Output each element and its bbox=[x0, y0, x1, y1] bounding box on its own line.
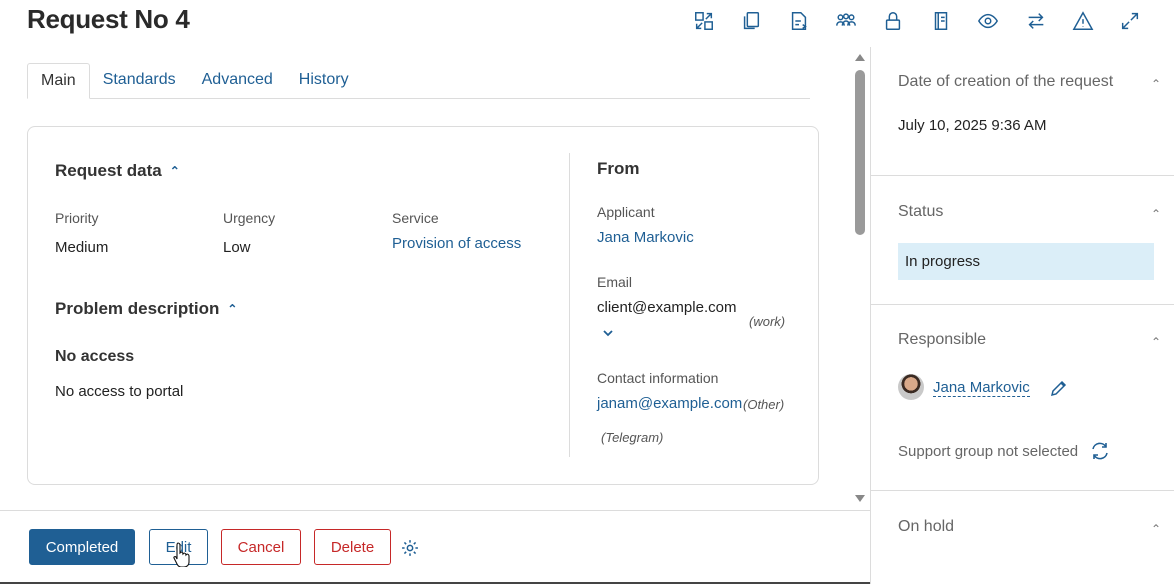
tab-main[interactable]: Main bbox=[27, 63, 90, 99]
chevron-up-icon[interactable]: ⌃ bbox=[1151, 207, 1161, 221]
urgency-label: Urgency bbox=[223, 210, 276, 226]
chevron-up-icon[interactable]: ⌃ bbox=[1151, 335, 1161, 349]
problem-subject: No access bbox=[55, 348, 135, 365]
problem-description-header[interactable]: Problem description ⌃ bbox=[55, 299, 237, 319]
service-label: Service bbox=[392, 210, 439, 226]
status-section: Status ⌃ In progress bbox=[871, 176, 1174, 305]
section-divider bbox=[569, 153, 570, 457]
group-icon[interactable] bbox=[822, 8, 869, 34]
swap-icon[interactable] bbox=[1012, 8, 1059, 34]
on-hold-heading: On hold bbox=[898, 518, 955, 535]
on-hold-section: On hold ⌃ bbox=[871, 491, 1174, 584]
creation-date-value: July 10, 2025 9:36 AM bbox=[898, 117, 1047, 134]
contact-type: (Other) bbox=[743, 397, 785, 412]
from-heading: From bbox=[597, 159, 640, 178]
file-export-icon[interactable] bbox=[775, 8, 822, 34]
scroll-thumb[interactable] bbox=[855, 70, 865, 235]
copy-icon[interactable] bbox=[727, 8, 774, 34]
problem-text: No access to portal bbox=[55, 383, 184, 400]
eye-icon[interactable] bbox=[964, 8, 1011, 34]
gear-icon[interactable] bbox=[400, 538, 420, 558]
support-group-text: Support group not selected bbox=[898, 443, 1079, 460]
tab-standards[interactable]: Standards bbox=[90, 63, 189, 99]
scroll-up-arrow[interactable] bbox=[855, 54, 865, 61]
pencil-icon[interactable] bbox=[1049, 378, 1069, 398]
email-type: (work) bbox=[749, 314, 786, 329]
page-title: Request No 4 bbox=[27, 4, 190, 34]
tab-advanced[interactable]: Advanced bbox=[189, 63, 286, 99]
refresh-icon[interactable] bbox=[1089, 440, 1111, 462]
chevron-up-icon[interactable]: ⌃ bbox=[1151, 522, 1161, 536]
info-sidebar: Date of creation of the request ⌃ July 1… bbox=[870, 47, 1174, 584]
warning-icon[interactable] bbox=[1059, 8, 1106, 34]
lock-icon[interactable] bbox=[870, 8, 917, 34]
email-label: Email bbox=[597, 274, 633, 290]
avatar bbox=[898, 374, 924, 400]
creation-date-section: Date of creation of the request ⌃ July 1… bbox=[871, 47, 1174, 176]
main-scrollbar[interactable] bbox=[852, 52, 868, 504]
tab-bar: Main Standards Advanced History bbox=[27, 63, 810, 99]
contact-label: Contact information bbox=[597, 370, 719, 386]
responsible-section: Responsible ⌃ Jana Markovic Support grou… bbox=[871, 305, 1174, 491]
applicant-link[interactable]: Jana Markovic bbox=[597, 229, 694, 246]
transfer-icon[interactable] bbox=[680, 8, 727, 34]
tab-history[interactable]: History bbox=[286, 63, 362, 99]
contact-extra-type: (Telegram) bbox=[601, 430, 664, 445]
cancel-button[interactable]: Cancel bbox=[221, 529, 301, 565]
chevron-up-icon[interactable]: ⌃ bbox=[1151, 77, 1161, 91]
delete-button[interactable]: Delete bbox=[314, 529, 391, 565]
chevron-up-icon[interactable]: ⌃ bbox=[170, 164, 180, 178]
chevron-up-icon[interactable]: ⌃ bbox=[227, 302, 237, 316]
responsible-heading: Responsible bbox=[898, 331, 987, 348]
status-badge[interactable]: In progress bbox=[898, 243, 1154, 280]
responsible-link[interactable]: Jana Markovic bbox=[933, 379, 1030, 397]
creation-date-heading: Date of creation of the request bbox=[898, 73, 1114, 90]
footer-divider bbox=[0, 510, 870, 511]
urgency-value: Low bbox=[223, 239, 251, 256]
problem-description-heading: Problem description bbox=[55, 299, 220, 318]
email-value[interactable]: client@example.com bbox=[597, 299, 736, 316]
request-data-header[interactable]: Request data ⌃ bbox=[55, 161, 180, 181]
book-icon[interactable] bbox=[917, 8, 964, 34]
priority-label: Priority bbox=[55, 210, 99, 226]
service-link[interactable]: Provision of access bbox=[392, 235, 521, 252]
request-data-heading: Request data bbox=[55, 161, 162, 180]
priority-value: Medium bbox=[55, 239, 109, 256]
scroll-down-arrow[interactable] bbox=[855, 495, 865, 502]
applicant-label: Applicant bbox=[597, 204, 655, 220]
status-heading: Status bbox=[898, 203, 944, 220]
contact-link[interactable]: janam@example.com bbox=[597, 395, 742, 412]
request-card: Request data ⌃ Priority Medium Urgency L… bbox=[27, 126, 819, 485]
completed-button[interactable]: Completed bbox=[29, 529, 135, 565]
cursor-icon bbox=[172, 541, 192, 568]
expand-icon[interactable] bbox=[1107, 8, 1154, 34]
toolbar bbox=[680, 8, 1154, 34]
chevron-down-icon[interactable] bbox=[601, 326, 615, 340]
